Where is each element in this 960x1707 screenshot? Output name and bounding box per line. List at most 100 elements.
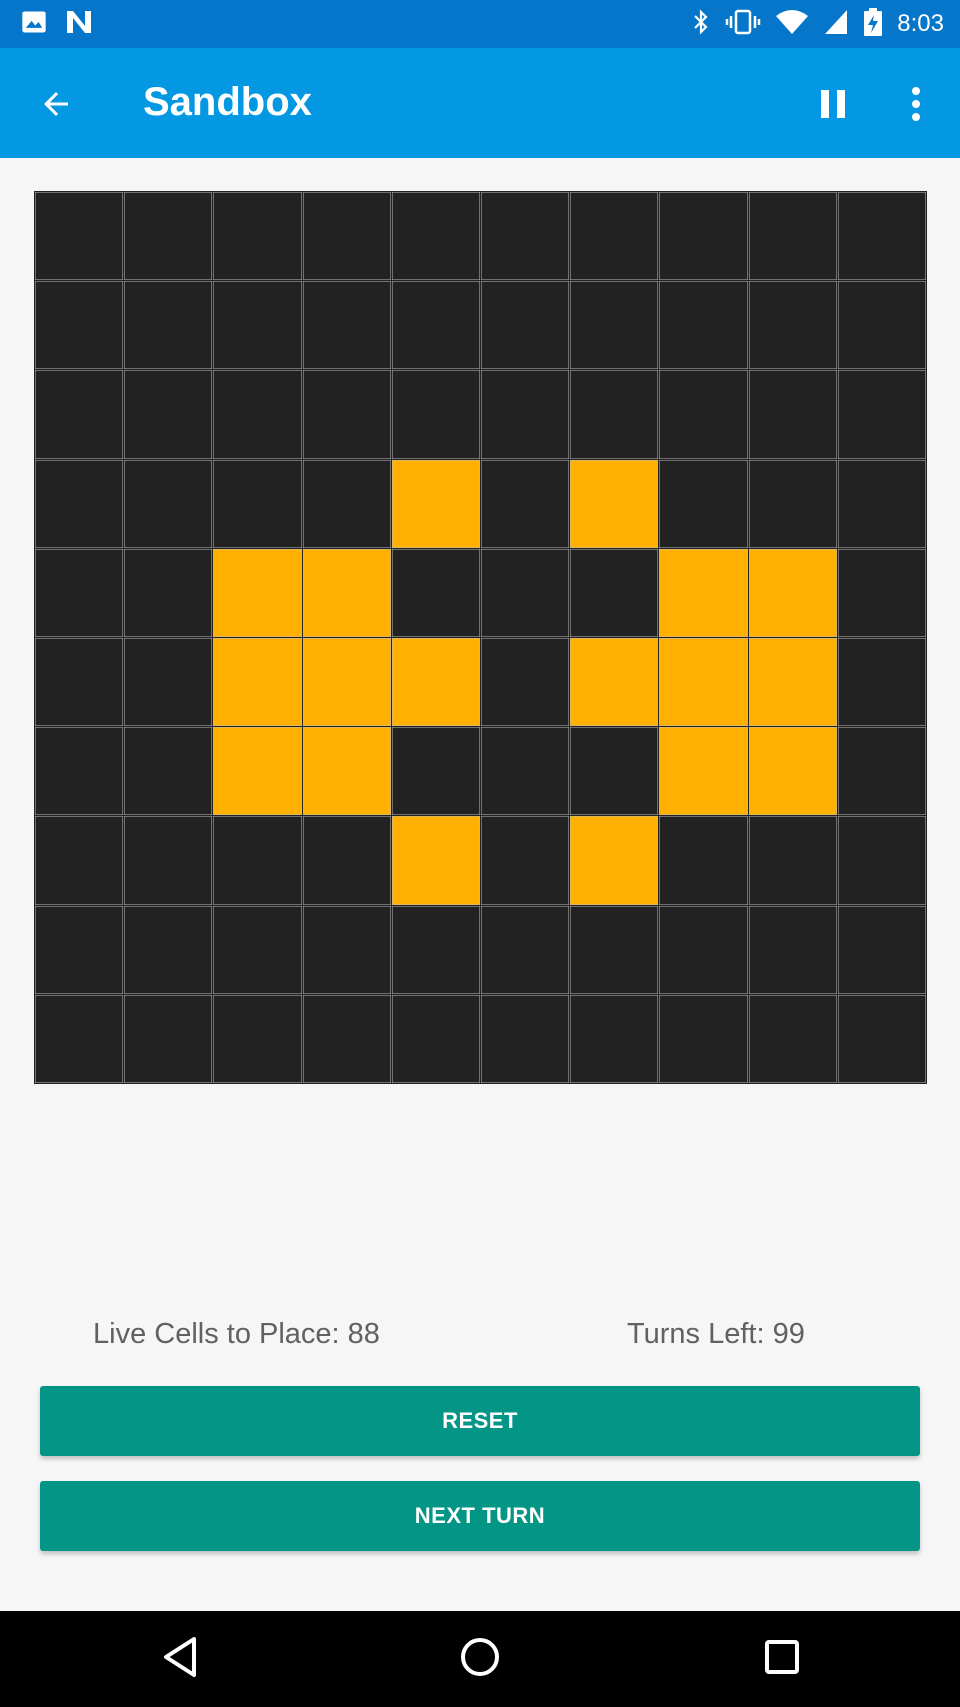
live-cell[interactable]	[570, 816, 659, 905]
next-turn-button[interactable]: NEXT TURN	[40, 1481, 920, 1551]
empty-cell[interactable]	[213, 459, 302, 548]
empty-cell[interactable]	[391, 548, 480, 637]
empty-cell[interactable]	[480, 370, 570, 459]
empty-cell[interactable]	[570, 727, 659, 816]
empty-cell[interactable]	[837, 816, 926, 905]
empty-cell[interactable]	[35, 281, 124, 370]
live-cell[interactable]	[570, 459, 659, 548]
empty-cell[interactable]	[659, 905, 748, 994]
empty-cell[interactable]	[391, 281, 480, 370]
empty-cell[interactable]	[837, 905, 926, 994]
live-cell[interactable]	[659, 727, 748, 816]
empty-cell[interactable]	[480, 816, 570, 905]
live-cell[interactable]	[213, 727, 302, 816]
empty-cell[interactable]	[480, 192, 570, 281]
empty-cell[interactable]	[480, 905, 570, 994]
live-cell[interactable]	[748, 727, 837, 816]
live-cell[interactable]	[748, 548, 837, 637]
empty-cell[interactable]	[659, 281, 748, 370]
empty-cell[interactable]	[124, 905, 213, 994]
live-cell[interactable]	[391, 637, 480, 727]
live-cell[interactable]	[391, 459, 480, 548]
empty-cell[interactable]	[480, 548, 570, 637]
more-options-button[interactable]	[888, 78, 944, 134]
live-cell[interactable]	[748, 637, 837, 727]
empty-cell[interactable]	[570, 905, 659, 994]
empty-cell[interactable]	[748, 994, 837, 1083]
empty-cell[interactable]	[480, 281, 570, 370]
empty-cell[interactable]	[302, 281, 391, 370]
empty-cell[interactable]	[391, 370, 480, 459]
nav-back-button[interactable]	[150, 1631, 210, 1687]
empty-cell[interactable]	[480, 459, 570, 548]
reset-button[interactable]: RESET	[40, 1386, 920, 1456]
empty-cell[interactable]	[659, 370, 748, 459]
empty-cell[interactable]	[391, 727, 480, 816]
live-cell[interactable]	[391, 816, 480, 905]
empty-cell[interactable]	[35, 192, 124, 281]
empty-cell[interactable]	[213, 192, 302, 281]
empty-cell[interactable]	[35, 370, 124, 459]
empty-cell[interactable]	[570, 370, 659, 459]
empty-cell[interactable]	[837, 637, 926, 727]
empty-cell[interactable]	[213, 370, 302, 459]
back-button[interactable]	[28, 78, 84, 134]
empty-cell[interactable]	[302, 816, 391, 905]
empty-cell[interactable]	[302, 459, 391, 548]
empty-cell[interactable]	[302, 994, 391, 1083]
live-cell[interactable]	[570, 637, 659, 727]
empty-cell[interactable]	[124, 192, 213, 281]
empty-cell[interactable]	[748, 816, 837, 905]
empty-cell[interactable]	[837, 281, 926, 370]
empty-cell[interactable]	[837, 994, 926, 1083]
empty-cell[interactable]	[124, 727, 213, 816]
pause-button[interactable]	[805, 78, 861, 134]
empty-cell[interactable]	[748, 281, 837, 370]
empty-cell[interactable]	[837, 459, 926, 548]
empty-cell[interactable]	[659, 459, 748, 548]
empty-cell[interactable]	[35, 994, 124, 1083]
live-cell[interactable]	[659, 548, 748, 637]
empty-cell[interactable]	[480, 994, 570, 1083]
empty-cell[interactable]	[391, 192, 480, 281]
empty-cell[interactable]	[302, 370, 391, 459]
live-cell[interactable]	[659, 637, 748, 727]
empty-cell[interactable]	[213, 816, 302, 905]
live-cell[interactable]	[213, 637, 302, 727]
empty-cell[interactable]	[837, 727, 926, 816]
nav-recents-button[interactable]	[752, 1631, 812, 1687]
empty-cell[interactable]	[659, 994, 748, 1083]
empty-cell[interactable]	[302, 192, 391, 281]
empty-cell[interactable]	[35, 816, 124, 905]
empty-cell[interactable]	[124, 281, 213, 370]
empty-cell[interactable]	[35, 459, 124, 548]
empty-cell[interactable]	[570, 192, 659, 281]
empty-cell[interactable]	[391, 905, 480, 994]
empty-cell[interactable]	[659, 816, 748, 905]
empty-cell[interactable]	[570, 548, 659, 637]
empty-cell[interactable]	[748, 459, 837, 548]
live-cell[interactable]	[302, 548, 391, 637]
empty-cell[interactable]	[302, 905, 391, 994]
empty-cell[interactable]	[480, 727, 570, 816]
empty-cell[interactable]	[213, 281, 302, 370]
empty-cell[interactable]	[213, 905, 302, 994]
empty-cell[interactable]	[35, 548, 124, 637]
live-cell[interactable]	[302, 637, 391, 727]
empty-cell[interactable]	[570, 281, 659, 370]
empty-cell[interactable]	[35, 905, 124, 994]
live-cell[interactable]	[302, 727, 391, 816]
empty-cell[interactable]	[35, 637, 124, 727]
empty-cell[interactable]	[748, 192, 837, 281]
empty-cell[interactable]	[124, 548, 213, 637]
empty-cell[interactable]	[837, 370, 926, 459]
empty-cell[interactable]	[35, 727, 124, 816]
empty-cell[interactable]	[124, 816, 213, 905]
empty-cell[interactable]	[837, 548, 926, 637]
empty-cell[interactable]	[124, 637, 213, 727]
empty-cell[interactable]	[659, 192, 748, 281]
empty-cell[interactable]	[391, 994, 480, 1083]
empty-cell[interactable]	[748, 370, 837, 459]
empty-cell[interactable]	[124, 370, 213, 459]
empty-cell[interactable]	[570, 994, 659, 1083]
